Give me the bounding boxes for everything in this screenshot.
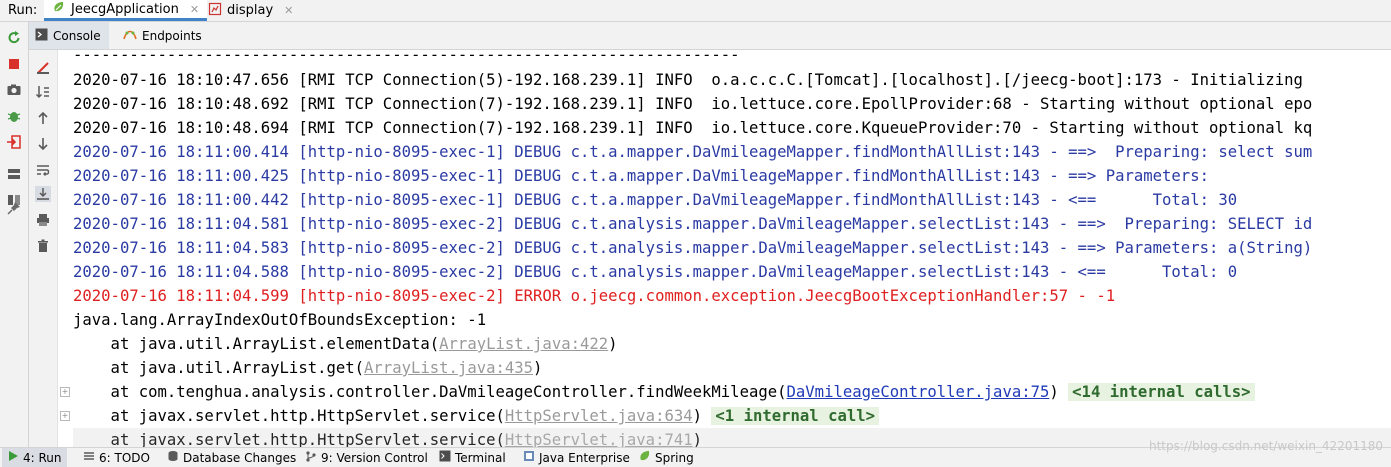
console-line-error: 2020-07-16 18:11:04.599 [http-nio-8095-e… xyxy=(73,287,1116,305)
console-line: 2020-07-16 18:11:00.442 [http-nio-8095-e… xyxy=(73,191,1238,209)
console-line: 2020-07-16 18:11:00.414 [http-nio-8095-e… xyxy=(73,143,1313,161)
tab-label: display xyxy=(227,3,274,18)
camera-icon[interactable] xyxy=(6,82,22,98)
print-icon[interactable] xyxy=(35,212,51,228)
arrow-up-icon[interactable] xyxy=(35,110,51,126)
tab-label: Console xyxy=(53,28,101,43)
terminal-icon xyxy=(439,450,451,465)
console-toolbar xyxy=(29,50,58,447)
rerun-icon[interactable] xyxy=(6,30,22,46)
console-line: 2020-07-16 18:10:48.694 [RMI TCP Connect… xyxy=(73,119,1313,137)
close-icon[interactable]: ✕ xyxy=(284,4,293,17)
source-link[interactable]: ArrayList.java:435 xyxy=(364,359,533,377)
tool-label: Database Changes xyxy=(183,450,297,465)
tool-spring[interactable]: Spring xyxy=(634,448,699,467)
tool-database-changes[interactable]: Database Changes xyxy=(162,448,301,467)
tool-label: Terminal xyxy=(455,450,506,465)
source-link[interactable]: HttpServlet.java:634 xyxy=(505,407,693,425)
tool-label: Spring xyxy=(655,450,694,465)
spring-icon xyxy=(639,450,651,465)
tab-label: Endpoints xyxy=(142,28,202,43)
run-tab-bar: Run: JeecgApplication ✕ display ✕ xyxy=(0,0,1391,22)
database-icon xyxy=(167,450,179,465)
console-icon xyxy=(35,28,48,44)
stack-frame-suffix: ) xyxy=(692,431,703,447)
source-link[interactable]: HttpServlet.java:741 xyxy=(505,431,693,447)
chart-icon xyxy=(208,2,222,20)
run-icon xyxy=(7,450,19,465)
tool-label: Java Enterprise xyxy=(539,450,630,465)
source-link[interactable]: DaVmileageController.java:75 xyxy=(787,383,1050,401)
console-line: 2020-07-16 18:11:04.581 [http-nio-8095-e… xyxy=(73,215,1313,233)
expand-fold-icon[interactable]: + xyxy=(60,387,70,397)
stack-frame-text: at java.util.ArrayList.get( xyxy=(73,359,365,377)
stack-frame-suffix: ) xyxy=(533,359,543,377)
internal-calls-badge[interactable]: <14 internal calls> xyxy=(1068,383,1255,401)
scroll-to-end-icon[interactable] xyxy=(35,186,51,202)
run-toolbar xyxy=(0,22,29,447)
stack-frame-text: at javax.servlet.http.HttpServlet.servic… xyxy=(73,431,505,447)
console-line: 2020-07-16 18:10:47.656 [RMI TCP Connect… xyxy=(73,71,1303,89)
trash-icon[interactable] xyxy=(35,238,51,254)
stop-icon[interactable] xyxy=(6,56,22,72)
tool-run[interactable]: 4: Run xyxy=(2,448,67,467)
source-link[interactable]: ArrayList.java:422 xyxy=(439,335,608,353)
tool-label: 4: Run xyxy=(23,450,62,465)
layout-icon[interactable] xyxy=(6,166,22,182)
tab-console[interactable]: Console xyxy=(29,22,109,49)
console-gutter: + + xyxy=(58,50,70,447)
close-icon[interactable]: ✕ xyxy=(190,3,199,16)
console-line: 2020-07-16 18:11:04.583 [http-nio-8095-e… xyxy=(73,239,1313,257)
tool-label: 6: TODO xyxy=(99,450,150,465)
java-enterprise-icon xyxy=(523,450,535,465)
tab-display[interactable]: display ✕ xyxy=(200,0,301,21)
console-line: 2020-07-16 18:11:00.425 [http-nio-8095-e… xyxy=(73,167,1219,185)
endpoints-icon xyxy=(123,27,137,44)
internal-calls-badge[interactable]: <1 internal call> xyxy=(711,407,880,425)
stack-frame: at com.tenghua.analysis.controller.DaVmi… xyxy=(73,380,1255,404)
spring-boot-icon xyxy=(52,0,66,18)
stack-frame-suffix: ) xyxy=(692,407,712,425)
console-sub-tabs: Console Endpoints xyxy=(29,22,1391,50)
pin-icon[interactable] xyxy=(6,200,22,216)
exception-line: java.lang.ArrayIndexOutOfBoundsException… xyxy=(73,311,487,329)
expand-fold-icon[interactable]: + xyxy=(60,411,70,421)
run-label: Run: xyxy=(8,3,38,18)
console-line: 2020-07-16 18:11:04.588 [http-nio-8095-e… xyxy=(73,263,1238,281)
tool-java-enterprise[interactable]: Java Enterprise xyxy=(518,448,635,467)
tool-todo[interactable]: 6: TODO xyxy=(78,448,155,467)
tool-version-control[interactable]: 9: Version Control xyxy=(300,448,433,467)
exit-icon[interactable] xyxy=(6,134,22,150)
tab-label: JeecgApplication xyxy=(71,1,179,17)
stack-frame-text: at com.tenghua.analysis.controller.DaVmi… xyxy=(73,383,787,401)
tool-label: 9: Version Control xyxy=(321,450,428,465)
vcs-icon xyxy=(305,450,317,465)
tool-terminal[interactable]: Terminal xyxy=(434,448,511,467)
arrow-down-icon[interactable] xyxy=(35,136,51,152)
stack-frame: at javax.servlet.http.HttpServlet.servic… xyxy=(73,404,880,428)
stack-frame-text: at java.util.ArrayList.elementData( xyxy=(73,335,440,353)
clear-all-icon[interactable] xyxy=(35,60,51,76)
stack-frame: at java.util.ArrayList.get(ArrayList.jav… xyxy=(73,356,543,380)
console-line: ----------------------------------------… xyxy=(73,50,740,64)
soft-wrap-icon[interactable] xyxy=(35,162,51,178)
sort-icon[interactable] xyxy=(35,84,51,100)
stack-frame-text: at javax.servlet.http.HttpServlet.servic… xyxy=(73,407,505,425)
debug-bug-icon[interactable] xyxy=(6,108,22,124)
tab-jeecg-application[interactable]: JeecgApplication ✕ xyxy=(44,0,208,21)
watermark: https://blog.csdn.net/weixin_42201180 xyxy=(1148,439,1383,453)
stack-frame-suffix: ) xyxy=(1049,383,1069,401)
console-output[interactable]: ----------------------------------------… xyxy=(70,50,1391,447)
stack-frame-suffix: ) xyxy=(608,335,618,353)
todo-icon xyxy=(83,450,95,465)
tab-endpoints[interactable]: Endpoints xyxy=(117,22,208,49)
stack-frame: at java.util.ArrayList.elementData(Array… xyxy=(73,332,618,356)
console-line: 2020-07-16 18:10:48.692 [RMI TCP Connect… xyxy=(73,95,1313,113)
